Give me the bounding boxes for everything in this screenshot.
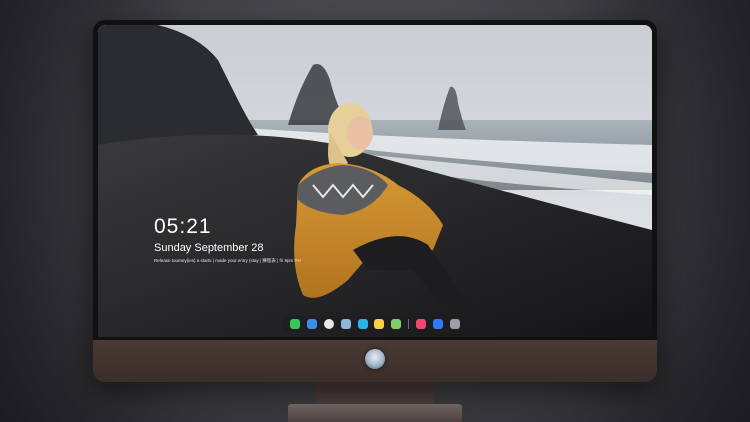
monitor: 05:21 Sunday September 28 Release tourne… [93,20,657,382]
dock [283,316,467,332]
lock-clock: 05:21 [154,215,212,238]
wallpaper [98,25,652,337]
notes-icon[interactable] [374,319,385,329]
lock-date: Sunday September 28 [154,242,264,254]
safari-icon[interactable] [324,319,335,329]
dock-separator [408,319,410,329]
music-icon[interactable] [415,319,426,329]
monitor-stand-base [288,404,462,422]
finder-icon[interactable] [307,319,318,329]
app-store-icon[interactable] [432,319,443,329]
camera-icon[interactable] [449,319,460,329]
preview-icon[interactable] [340,319,351,329]
brand-logo-icon [365,349,385,369]
lock-notification-text: Release tourney(ies) a starts | made you… [154,258,301,263]
monitor-chin [93,340,657,382]
messages-icon[interactable] [290,319,301,329]
lock-screen[interactable]: 05:21 Sunday September 28 Release tourne… [98,25,652,337]
photos-icon[interactable] [391,319,402,329]
videos-icon[interactable] [357,319,368,329]
